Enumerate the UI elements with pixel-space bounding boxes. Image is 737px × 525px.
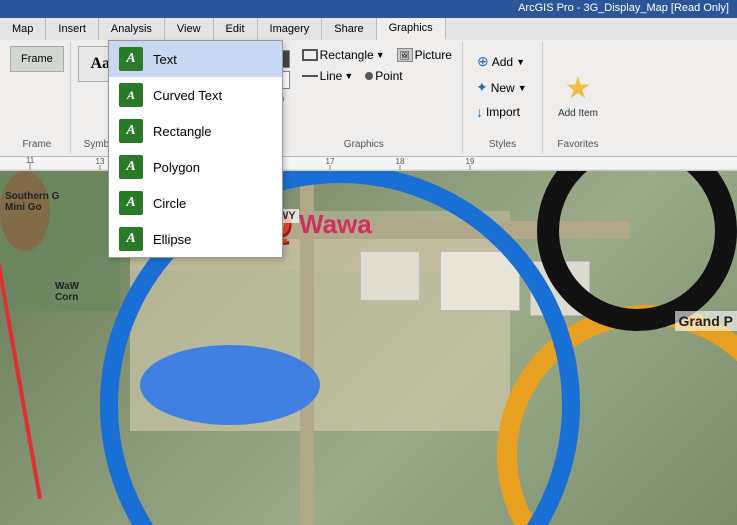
line-btn[interactable]: Line ▼ xyxy=(298,67,358,85)
graphics-row-2: Line ▼ Point xyxy=(298,67,456,85)
menu-label-text: Text xyxy=(153,52,177,67)
waw-label: WaWCorn xyxy=(55,281,79,303)
menu-label-circle: Circle xyxy=(153,196,186,211)
import-label: Import xyxy=(486,105,520,119)
add-style-btn[interactable]: ⊕ Add ▼ xyxy=(471,50,532,73)
tab-map[interactable]: Map xyxy=(0,18,46,40)
menu-icon-polygon: A xyxy=(119,155,143,179)
title-text: ArcGIS Pro - 3G_Display_Map [Read Only] xyxy=(518,2,729,14)
rectangle-label: Rectangle xyxy=(320,48,374,62)
new-style-btn[interactable]: ✦ New ▼ xyxy=(471,77,532,98)
styles-group: ⊕ Add ▼ ✦ New ▼ ↓ Import Styles xyxy=(463,42,543,154)
graphics-group: Rectangle ▼ 🖼 Picture Line ▼ xyxy=(266,42,463,154)
tab-imagery[interactable]: Imagery xyxy=(258,18,323,40)
point-label: Point xyxy=(375,69,402,83)
import-style-btn[interactable]: ↓ Import xyxy=(471,102,532,122)
southern-label: Southern GMini Go xyxy=(5,191,59,213)
menu-label-polygon: Polygon xyxy=(153,160,200,175)
new-arrow: ▼ xyxy=(518,83,527,93)
frame-btn[interactable]: Frame xyxy=(10,46,64,72)
menu-icon-rectangle: A xyxy=(119,119,143,143)
menu-label-rectangle: Rectangle xyxy=(153,124,212,139)
svg-text:18: 18 xyxy=(396,157,405,166)
frame-label: Frame xyxy=(22,139,51,150)
menu-item-polygon[interactable]: A Polygon xyxy=(109,149,282,185)
import-icon: ↓ xyxy=(476,104,483,120)
title-bar: ArcGIS Pro - 3G_Display_Map [Read Only] xyxy=(0,0,737,18)
styles-btns: ⊕ Add ▼ ✦ New ▼ ↓ Import xyxy=(471,50,532,122)
tab-analysis[interactable]: Analysis xyxy=(99,18,165,40)
favorites-content: ★ Add Item xyxy=(558,46,598,139)
tab-share[interactable]: Share xyxy=(322,18,376,40)
frame-group: Frame Frame xyxy=(4,42,71,154)
grand-label: Grand P xyxy=(675,311,737,331)
wawa-logo: Wawa xyxy=(299,201,372,249)
rectangle-btn[interactable]: Rectangle ▼ xyxy=(298,46,389,64)
new-icon: ✦ xyxy=(476,79,488,96)
svg-text:13: 13 xyxy=(96,157,105,166)
menu-icon-circle: A xyxy=(119,191,143,215)
menu-item-curved-text[interactable]: A Curved Text xyxy=(109,77,282,113)
menu-item-circle[interactable]: A Circle xyxy=(109,185,282,221)
picture-icon: 🖼 xyxy=(397,48,413,62)
rectangle-icon xyxy=(302,49,318,61)
point-icon xyxy=(365,72,373,80)
svg-text:11: 11 xyxy=(26,156,35,165)
menu-icon-text: A xyxy=(119,47,143,71)
graphics-row-1: Rectangle ▼ 🖼 Picture xyxy=(298,46,456,64)
menu-icon-ellipse: A xyxy=(119,227,143,251)
new-label: New xyxy=(491,81,515,95)
menu-label-ellipse: Ellipse xyxy=(153,232,191,247)
add-icon: ⊕ xyxy=(477,53,489,70)
add-label: Add xyxy=(492,55,513,69)
line-label: Line xyxy=(320,69,343,83)
graphics-btns: Rectangle ▼ 🖼 Picture Line ▼ xyxy=(298,46,456,85)
styles-label: Styles xyxy=(471,139,534,150)
menu-item-text[interactable]: A Text xyxy=(109,41,282,77)
star-icon[interactable]: ★ xyxy=(565,74,592,104)
menu-icon-curved-text: A xyxy=(119,83,143,107)
point-btn[interactable]: Point xyxy=(361,67,406,85)
svg-text:19: 19 xyxy=(466,157,475,166)
tab-edit[interactable]: Edit xyxy=(214,18,258,40)
rectangle-arrow: ▼ xyxy=(376,50,385,60)
favorites-label: Favorites xyxy=(557,139,598,150)
picture-label: Picture xyxy=(415,48,452,62)
menu-label-curved-text: Curved Text xyxy=(153,88,222,103)
menu-item-ellipse[interactable]: A Ellipse xyxy=(109,221,282,257)
tab-view[interactable]: View xyxy=(165,18,214,40)
menu-item-rectangle[interactable]: A Rectangle xyxy=(109,113,282,149)
tab-graphics[interactable]: Graphics xyxy=(377,18,446,40)
styles-content: ⊕ Add ▼ ✦ New ▼ ↓ Import xyxy=(471,46,534,139)
add-arrow: ▼ xyxy=(516,57,525,67)
tab-insert[interactable]: Insert xyxy=(46,18,99,40)
text-dropdown-menu: A Text A Curved Text A Rectangle A Polyg… xyxy=(108,40,283,258)
svg-text:17: 17 xyxy=(326,157,335,166)
graphics-label: Graphics xyxy=(272,139,456,150)
add-item-btn[interactable]: Add Item xyxy=(558,108,598,119)
picture-btn[interactable]: 🖼 Picture xyxy=(393,46,456,64)
tab-bar: Map Insert Analysis View Edit Imagery Sh… xyxy=(0,18,737,40)
line-icon xyxy=(302,75,318,77)
line-arrow: ▼ xyxy=(344,71,353,81)
favorites-group: ★ Add Item Favorites xyxy=(543,42,613,154)
